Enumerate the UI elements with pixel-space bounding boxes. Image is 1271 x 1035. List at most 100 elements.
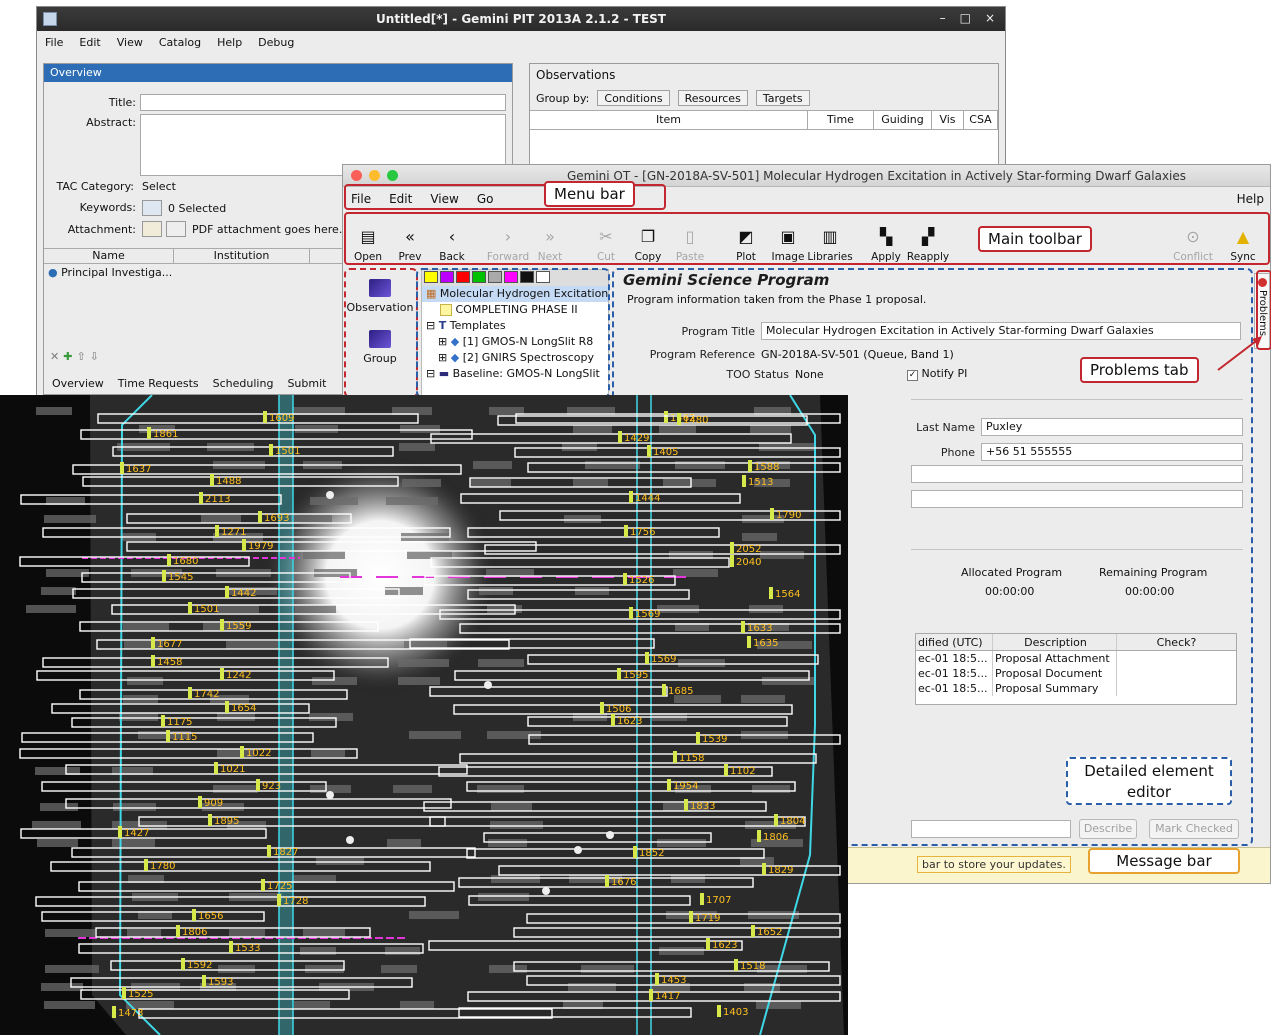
spectrum-box xyxy=(491,875,540,883)
tac-category-select[interactable]: Select xyxy=(142,180,176,193)
slit-marker xyxy=(215,525,219,537)
slit-marker xyxy=(664,411,668,423)
slit-marker xyxy=(220,619,224,631)
group-by-targets-button[interactable]: Targets xyxy=(755,90,810,106)
group-by-resources-button[interactable]: Resources xyxy=(677,90,748,106)
spectrum-box xyxy=(295,425,338,433)
tab-scheduling[interactable]: Scheduling xyxy=(213,377,274,390)
col-item[interactable]: Item xyxy=(530,111,808,129)
spectrum-box xyxy=(40,803,78,811)
spectrum-box xyxy=(573,479,608,487)
title-input[interactable] xyxy=(140,94,506,111)
spectrum-box xyxy=(478,659,524,667)
spectrum-box xyxy=(294,1001,330,1009)
slit-marker xyxy=(734,959,738,971)
slit-marker xyxy=(120,462,124,474)
slit-marker xyxy=(769,587,773,599)
slit-marker xyxy=(267,845,271,857)
minimize-dot-icon[interactable] xyxy=(369,170,380,181)
detailed-editor-callout: Detailed element editor xyxy=(1066,757,1232,805)
slit-id-label: 1242 xyxy=(226,670,251,681)
slit-marker xyxy=(770,508,774,520)
slit-id-label: 1506 xyxy=(606,704,631,715)
col-time[interactable]: Time xyxy=(808,111,874,129)
title-label: Title: xyxy=(108,96,136,109)
pit-menu-file[interactable]: File xyxy=(45,36,63,49)
spectrum-box xyxy=(585,461,640,469)
pit-menu-debug[interactable]: Debug xyxy=(258,36,294,49)
col-vis[interactable]: Vis xyxy=(932,111,964,129)
slit-id-label: 1158 xyxy=(679,753,704,764)
slit-id-label: 1444 xyxy=(635,493,660,504)
message-bar-callout: Message bar xyxy=(1088,848,1240,874)
spectrum-box xyxy=(673,569,718,577)
star xyxy=(484,681,492,689)
down-icon[interactable]: ⇩ xyxy=(90,350,103,363)
slit-marker xyxy=(263,411,267,423)
problems-tab-callout: Problems tab xyxy=(1080,357,1199,383)
zoom-dot-icon[interactable] xyxy=(387,170,398,181)
add-icon[interactable]: ✚ xyxy=(63,350,76,363)
up-icon[interactable]: ⇧ xyxy=(76,350,89,363)
slit-id-label: 1979 xyxy=(248,541,273,552)
slit-marker xyxy=(258,511,262,523)
slit-marker xyxy=(684,799,688,811)
observations-columns: Item Time Guiding Vis CSA xyxy=(530,110,998,130)
slit-id-label: 1676 xyxy=(611,877,636,888)
tab-time-requests[interactable]: Time Requests xyxy=(118,377,199,390)
maximize-icon[interactable]: □ xyxy=(960,11,971,25)
slit-marker xyxy=(161,715,165,727)
slit-marker xyxy=(623,573,627,585)
slit-id-label: 1473 xyxy=(118,1008,143,1019)
spectrum-box xyxy=(218,965,255,973)
spectrum-box xyxy=(316,857,364,865)
spectrum-box xyxy=(393,785,432,793)
tab-overview[interactable]: Overview xyxy=(52,377,104,390)
spectrum-box xyxy=(489,965,527,973)
keywords-edit-button[interactable] xyxy=(142,200,162,216)
slit-marker xyxy=(220,668,224,680)
ot-menu-help[interactable]: Help xyxy=(1237,192,1264,206)
pit-menu-edit[interactable]: Edit xyxy=(79,36,100,49)
slit-id-label: 1545 xyxy=(168,572,193,583)
slit-id-label: 1429 xyxy=(624,433,649,444)
col-guiding[interactable]: Guiding xyxy=(874,111,932,129)
slit-marker xyxy=(649,989,653,1001)
slit-id-label: 1021 xyxy=(220,764,245,775)
spectrum-box xyxy=(45,929,95,937)
slit-id-label: 1719 xyxy=(695,913,720,924)
slit-id-label: 1827 xyxy=(273,847,298,858)
slit-marker xyxy=(162,570,166,582)
close-icon[interactable]: × xyxy=(985,11,995,25)
spectrum-box xyxy=(217,605,259,613)
slit-marker xyxy=(176,925,180,937)
attachment-remove-button[interactable] xyxy=(166,221,186,237)
slit-id-label: 1656 xyxy=(198,911,223,922)
group-by-conditions-button[interactable]: Conditions xyxy=(597,90,670,106)
slit-id-label: 1458 xyxy=(157,657,182,668)
spectrum-box xyxy=(295,605,336,613)
col-csa[interactable]: CSA xyxy=(964,111,998,129)
ot-window-title: Gemini OT - [GN-2018A-SV-501] Molecular … xyxy=(566,168,1187,183)
col-institution[interactable]: Institution xyxy=(174,249,310,263)
slit-marker xyxy=(730,555,734,567)
slit-marker xyxy=(700,893,704,905)
spectrum-box xyxy=(44,1001,95,1009)
spectrum-box xyxy=(44,515,96,523)
minimize-icon[interactable]: – xyxy=(940,11,946,25)
spectrum-box xyxy=(562,443,597,451)
pit-menu-view[interactable]: View xyxy=(117,36,143,49)
slit-marker xyxy=(748,460,752,472)
keywords-value: 0 Selected xyxy=(168,202,227,215)
tab-submit[interactable]: Submit xyxy=(287,377,326,390)
spectrum-box xyxy=(671,875,705,883)
pit-menu-help[interactable]: Help xyxy=(217,36,242,49)
pit-menu-catalog[interactable]: Catalog xyxy=(159,36,201,49)
remove-icon[interactable]: ✕ xyxy=(50,350,63,363)
slit-id-label: 1677 xyxy=(157,639,182,650)
close-dot-icon[interactable] xyxy=(351,170,362,181)
spectrum-box xyxy=(760,551,804,559)
attachment-add-button[interactable] xyxy=(142,221,162,237)
col-name[interactable]: Name xyxy=(44,249,174,263)
pi-row[interactable]: ● Principal Investiga... xyxy=(48,266,172,279)
